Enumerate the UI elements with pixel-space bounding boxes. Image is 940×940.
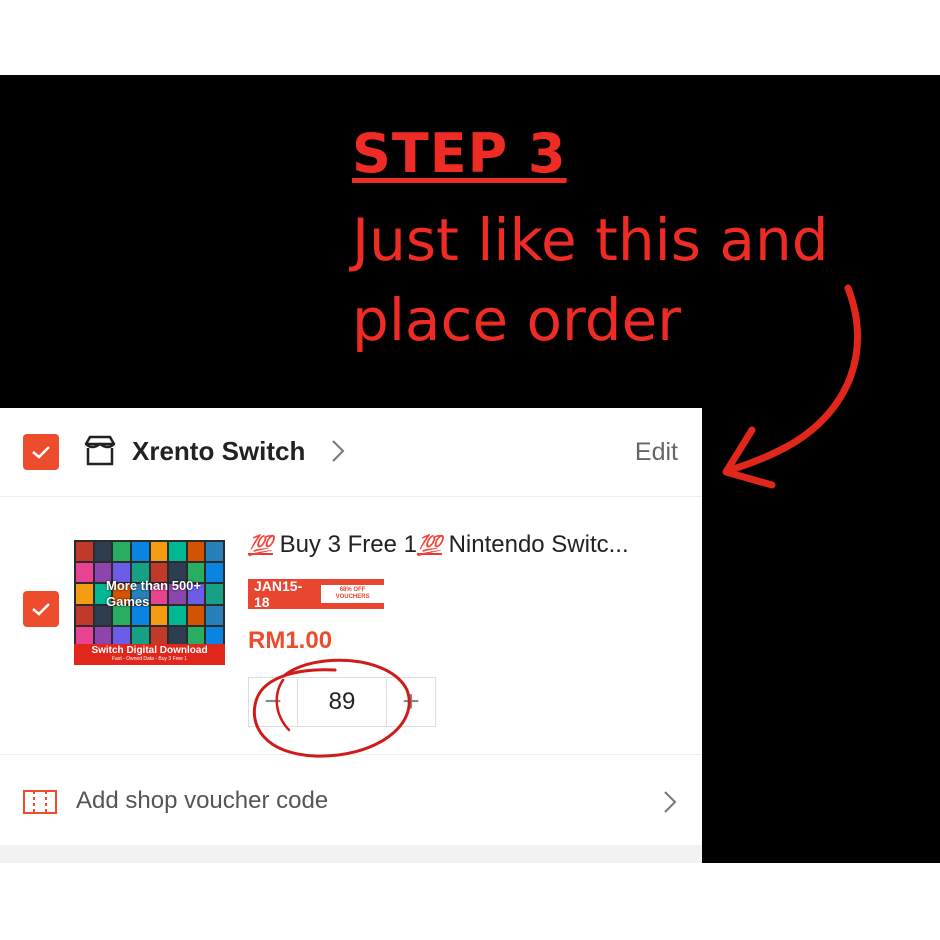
cart-card: Xrento Switch Edit More than 500+ Games … xyxy=(0,408,702,863)
voucher-promo-badge: JAN15-18 68% OFF VOUCHERS xyxy=(248,578,384,610)
store-icon xyxy=(84,435,116,466)
promo-discount-badge: 68% OFF VOUCHERS xyxy=(321,585,384,603)
game-cover-tile xyxy=(206,542,223,562)
chevron-right-icon xyxy=(664,791,677,813)
game-cover-tile xyxy=(76,584,93,604)
add-voucher-label: Add shop voucher code xyxy=(76,787,329,814)
check-icon xyxy=(32,603,50,616)
game-cover-tile xyxy=(94,542,112,562)
game-cover-tile xyxy=(76,605,93,625)
hundred-emoji: 💯 xyxy=(248,535,273,557)
game-cover-tile xyxy=(113,542,130,562)
hundred-emoji: 💯 xyxy=(416,535,442,557)
game-cover-tile xyxy=(150,542,168,562)
thumb-overlay-text: More than 500+ Games xyxy=(106,578,202,609)
shop-name-link[interactable]: Xrento Switch xyxy=(132,436,305,467)
check-icon xyxy=(32,446,50,459)
section-divider xyxy=(0,845,702,863)
thumb-subtext: Fast - Owned Data - Buy 3 Free 1 xyxy=(111,656,188,662)
item-checkbox[interactable] xyxy=(23,591,59,627)
pointer-arrow-icon xyxy=(722,284,862,489)
product-thumbnail[interactable]: More than 500+ Games Switch Digital Down… xyxy=(74,540,225,665)
game-cover-tile xyxy=(169,542,186,562)
step-title: STEP 3 xyxy=(352,122,567,185)
highlight-circle-annotation xyxy=(252,658,411,758)
shop-checkbox[interactable] xyxy=(23,434,59,470)
shop-voucher-row[interactable]: Add shop voucher code xyxy=(0,755,702,845)
ticket-icon xyxy=(23,790,57,814)
chevron-right-icon[interactable] xyxy=(330,438,346,464)
game-cover-tile xyxy=(131,542,149,562)
shop-header: Xrento Switch Edit xyxy=(0,408,702,497)
game-cover-tile xyxy=(76,563,93,583)
promo-date: JAN15-18 xyxy=(254,578,303,610)
product-title[interactable]: 💯 Buy 3 Free 1💯 Nintendo Switc... xyxy=(248,531,688,559)
title-part-1: Buy 3 Free 1 xyxy=(279,531,417,558)
edit-button[interactable]: Edit xyxy=(635,438,678,467)
title-part-2: Nintendo Switc... xyxy=(448,531,629,558)
game-cover-tile xyxy=(187,542,205,562)
game-cover-tile xyxy=(76,542,93,562)
